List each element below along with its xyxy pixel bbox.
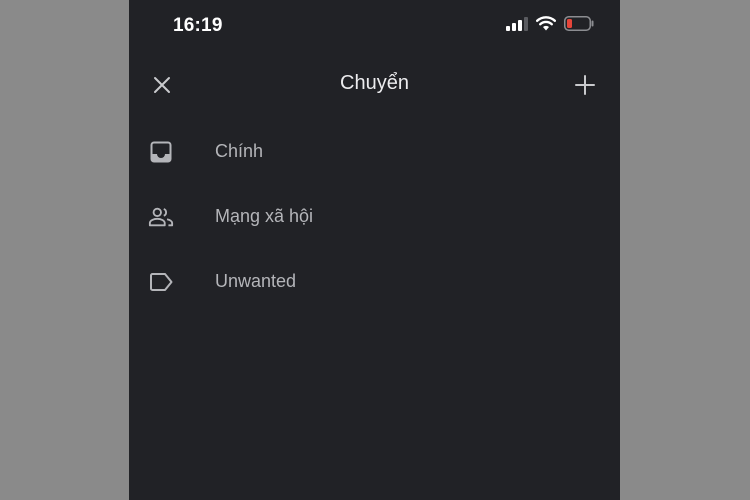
add-label-button[interactable] bbox=[572, 72, 598, 98]
phone-screen: 16:19 Chuyển Chính Mạng xã hội Unwanted bbox=[129, 0, 620, 500]
label-tag-icon bbox=[148, 269, 174, 295]
status-bar: 16:19 bbox=[129, 0, 620, 54]
header-bar: Chuyển bbox=[129, 58, 620, 110]
page-title: Chuyển bbox=[340, 72, 409, 94]
list-item-label: Unwanted bbox=[215, 271, 297, 291]
list-item-label: Mạng xã hội bbox=[215, 206, 314, 226]
label-list: Chính Mạng xã hội Unwanted bbox=[129, 120, 620, 315]
inbox-icon bbox=[148, 139, 174, 165]
list-item-unwanted[interactable]: Unwanted bbox=[129, 250, 620, 315]
plus-icon bbox=[575, 75, 595, 95]
people-icon bbox=[148, 204, 174, 230]
status-time: 16:19 bbox=[173, 15, 223, 36]
signal-icon bbox=[506, 16, 528, 31]
status-icons bbox=[506, 16, 594, 31]
list-item-label: Chính bbox=[215, 141, 264, 161]
screenshot-stage: 16:19 Chuyển Chính Mạng xã hội Unwanted bbox=[0, 0, 750, 500]
battery-icon bbox=[564, 16, 594, 31]
list-item-primary[interactable]: Chính bbox=[129, 120, 620, 185]
wifi-icon bbox=[536, 16, 556, 31]
list-item-social[interactable]: Mạng xã hội bbox=[129, 185, 620, 250]
